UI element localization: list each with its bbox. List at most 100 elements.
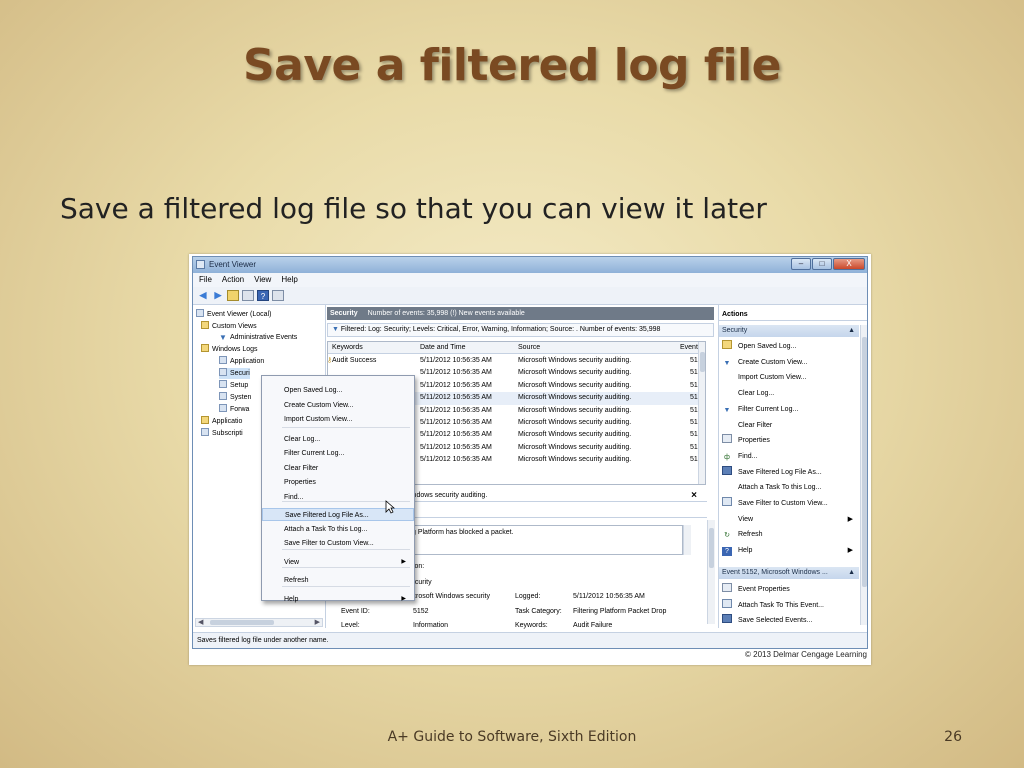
action-clear-log[interactable]: Clear Log... xyxy=(719,387,859,401)
blank-icon xyxy=(722,419,732,428)
action-save-filter-to-custom-view[interactable]: Save Filter to Custom View... xyxy=(719,497,859,511)
nav-horizontal-scrollbar[interactable]: ◀ ▶ xyxy=(195,618,323,627)
collapse-up-icon[interactable]: ▲ xyxy=(848,325,855,337)
cell-date-time: 5/11/2012 10:56:35 AM xyxy=(420,369,492,377)
action-find[interactable]: ф Find... xyxy=(719,450,859,464)
back-arrow-icon[interactable]: ◀ xyxy=(197,290,209,301)
cell-source: Microsoft Windows security auditing. xyxy=(518,381,632,389)
tree-item-system[interactable]: Systen xyxy=(219,392,251,403)
context-menu-item-open-saved-log[interactable]: Open Saved Log... xyxy=(262,384,414,397)
context-menu-item-filter-current-log[interactable]: Filter Current Log... xyxy=(262,447,414,460)
context-menu-item-import-custom-view[interactable]: Import Custom View... xyxy=(262,413,414,426)
action-import-custom-view[interactable]: Import Custom View... xyxy=(719,371,859,385)
actions-vertical-scrollbar[interactable] xyxy=(860,325,867,625)
cell-event: 51 xyxy=(690,431,698,439)
scroll-left-icon[interactable]: ◀ xyxy=(198,618,203,626)
table-vertical-scrollbar[interactable] xyxy=(698,342,705,484)
context-menu-item-properties[interactable]: Properties xyxy=(262,476,414,489)
action-save-filtered-log-file-as[interactable]: Save Filtered Log File As... xyxy=(719,465,859,480)
tree-item-event-viewer-local[interactable]: Event Viewer (Local) xyxy=(196,309,271,320)
action-clear-filter[interactable]: Clear Filter xyxy=(719,419,859,433)
scroll-thumb[interactable] xyxy=(210,620,274,625)
menu-file[interactable]: File xyxy=(199,273,212,287)
title-bar[interactable]: Event Viewer – □ X xyxy=(193,257,867,273)
tree-item-application[interactable]: Application xyxy=(219,356,264,367)
filter-icon: ▼ xyxy=(723,359,731,367)
actions-section-event[interactable]: Event 5152, Microsoft Windows ... ▲ xyxy=(719,567,859,579)
context-menu-item-create-custom-view[interactable]: Create Custom View... xyxy=(262,399,414,412)
help-icon[interactable]: ? xyxy=(257,290,269,301)
window-title: Event Viewer xyxy=(209,260,256,269)
filter-icon: ▼ xyxy=(219,333,227,342)
submenu-arrow-icon: ▶ xyxy=(401,596,406,602)
audit-key-icon: ⚷ xyxy=(327,357,333,364)
minimize-button[interactable]: – xyxy=(791,258,811,270)
action-open-saved-log[interactable]: Open Saved Log... xyxy=(719,340,859,354)
action-properties[interactable]: Properties xyxy=(719,434,859,448)
cell-source: Microsoft Windows security auditing. xyxy=(518,357,632,364)
action-filter-current-log[interactable]: ▼ Filter Current Log... xyxy=(719,403,859,417)
submenu-arrow-icon: ▶ xyxy=(847,515,853,523)
scroll-thumb[interactable] xyxy=(862,337,867,587)
scroll-thumb[interactable] xyxy=(709,528,714,568)
show-hide-actions-icon[interactable] xyxy=(272,290,284,301)
action-save-selected-events[interactable]: Save Selected Events... xyxy=(719,614,859,628)
cell-date-time: 5/11/2012 10:56:35 AM xyxy=(420,406,492,414)
log-icon xyxy=(219,392,227,400)
maximize-button[interactable]: □ xyxy=(812,258,832,270)
menu-action[interactable]: Action xyxy=(222,273,244,287)
close-button[interactable]: X xyxy=(833,258,865,270)
column-date-time[interactable]: Date and Time xyxy=(420,342,466,354)
cell-source: Microsoft Windows security auditing. xyxy=(518,369,632,377)
tree-item-forwarded-events[interactable]: Forwa xyxy=(219,404,249,415)
log-icon xyxy=(219,356,227,364)
action-help[interactable]: ? Help ▶ xyxy=(719,544,859,558)
tree-item-applications-services[interactable]: Applicatio xyxy=(201,416,242,427)
binoculars-icon: ф xyxy=(724,453,730,461)
column-event[interactable]: Event xyxy=(680,342,698,354)
folder-up-icon[interactable] xyxy=(227,290,239,301)
tree-item-custom-views[interactable]: Custom Views xyxy=(201,321,257,332)
context-menu-item-clear-filter[interactable]: Clear Filter xyxy=(262,462,414,475)
cell-event: 51 xyxy=(690,357,698,364)
cell-event: 51 xyxy=(690,456,698,464)
tree-item-windows-logs[interactable]: Windows Logs xyxy=(201,344,258,355)
actions-section-security[interactable]: Security ▲ xyxy=(719,325,859,337)
action-create-custom-view[interactable]: ▼ Create Custom View... xyxy=(719,356,859,370)
description-scrollbar[interactable] xyxy=(683,525,691,555)
column-source[interactable]: Source xyxy=(518,342,540,354)
slide-page-number: 26 xyxy=(944,729,962,745)
action-view[interactable]: View ▶ xyxy=(719,513,859,527)
forward-arrow-icon[interactable]: ▶ xyxy=(212,290,224,301)
tree-item-security[interactable]: Securi xyxy=(219,368,250,379)
scroll-right-icon[interactable]: ▶ xyxy=(315,618,320,626)
close-icon[interactable]: × xyxy=(691,489,697,502)
properties-icon xyxy=(722,434,732,444)
menu-help[interactable]: Help xyxy=(281,273,297,287)
context-menu-item-help[interactable]: Help ▶ xyxy=(262,593,414,606)
action-event-properties[interactable]: Event Properties xyxy=(719,583,859,597)
tree-item-administrative-events[interactable]: ▼ Administrative Events xyxy=(219,332,297,343)
action-attach-a-task-to-this-log[interactable]: Attach a Task To this Log... xyxy=(719,481,859,495)
action-attach-task-to-this-event[interactable]: Attach Task To This Event... xyxy=(719,598,859,613)
column-keywords[interactable]: Keywords xyxy=(332,342,363,354)
logged-value: 5/11/2012 10:56:35 AM xyxy=(573,593,645,600)
detail-vertical-scrollbar[interactable] xyxy=(707,520,715,624)
show-hide-tree-icon[interactable] xyxy=(242,290,254,301)
menu-view[interactable]: View xyxy=(254,273,271,287)
screenshot: Event Viewer – □ X File Action View Help… xyxy=(189,254,871,665)
cell-date-time: 5/11/2012 10:56:35 AM xyxy=(420,394,492,402)
tree-item-setup[interactable]: Setup xyxy=(219,380,248,391)
scroll-thumb[interactable] xyxy=(700,352,705,372)
keywords-label: Keywords: xyxy=(515,622,548,629)
collapse-up-icon[interactable]: ▲ xyxy=(848,567,855,579)
cell-date-time: 5/11/2012 10:56:35 AM xyxy=(420,443,492,451)
context-menu-item-attach-a-task-to-this-log[interactable]: Attach a Task To this Log... xyxy=(262,523,414,536)
cell-date-time: 5/11/2012 10:56:35 AM xyxy=(420,381,492,389)
action-refresh[interactable]: ↻ Refresh xyxy=(719,528,859,542)
slide-footer: A+ Guide to Software, Sixth Edition xyxy=(387,729,637,745)
table-row[interactable]: Audit Success 5/11/2012 10:56:35 AM Micros… xyxy=(328,355,705,368)
table-header: Keywords Date and Time Source Event xyxy=(328,342,705,354)
tree-item-subscriptions[interactable]: Subscripti xyxy=(201,428,243,439)
context-menu-item-clear-log[interactable]: Clear Log... xyxy=(262,433,414,446)
